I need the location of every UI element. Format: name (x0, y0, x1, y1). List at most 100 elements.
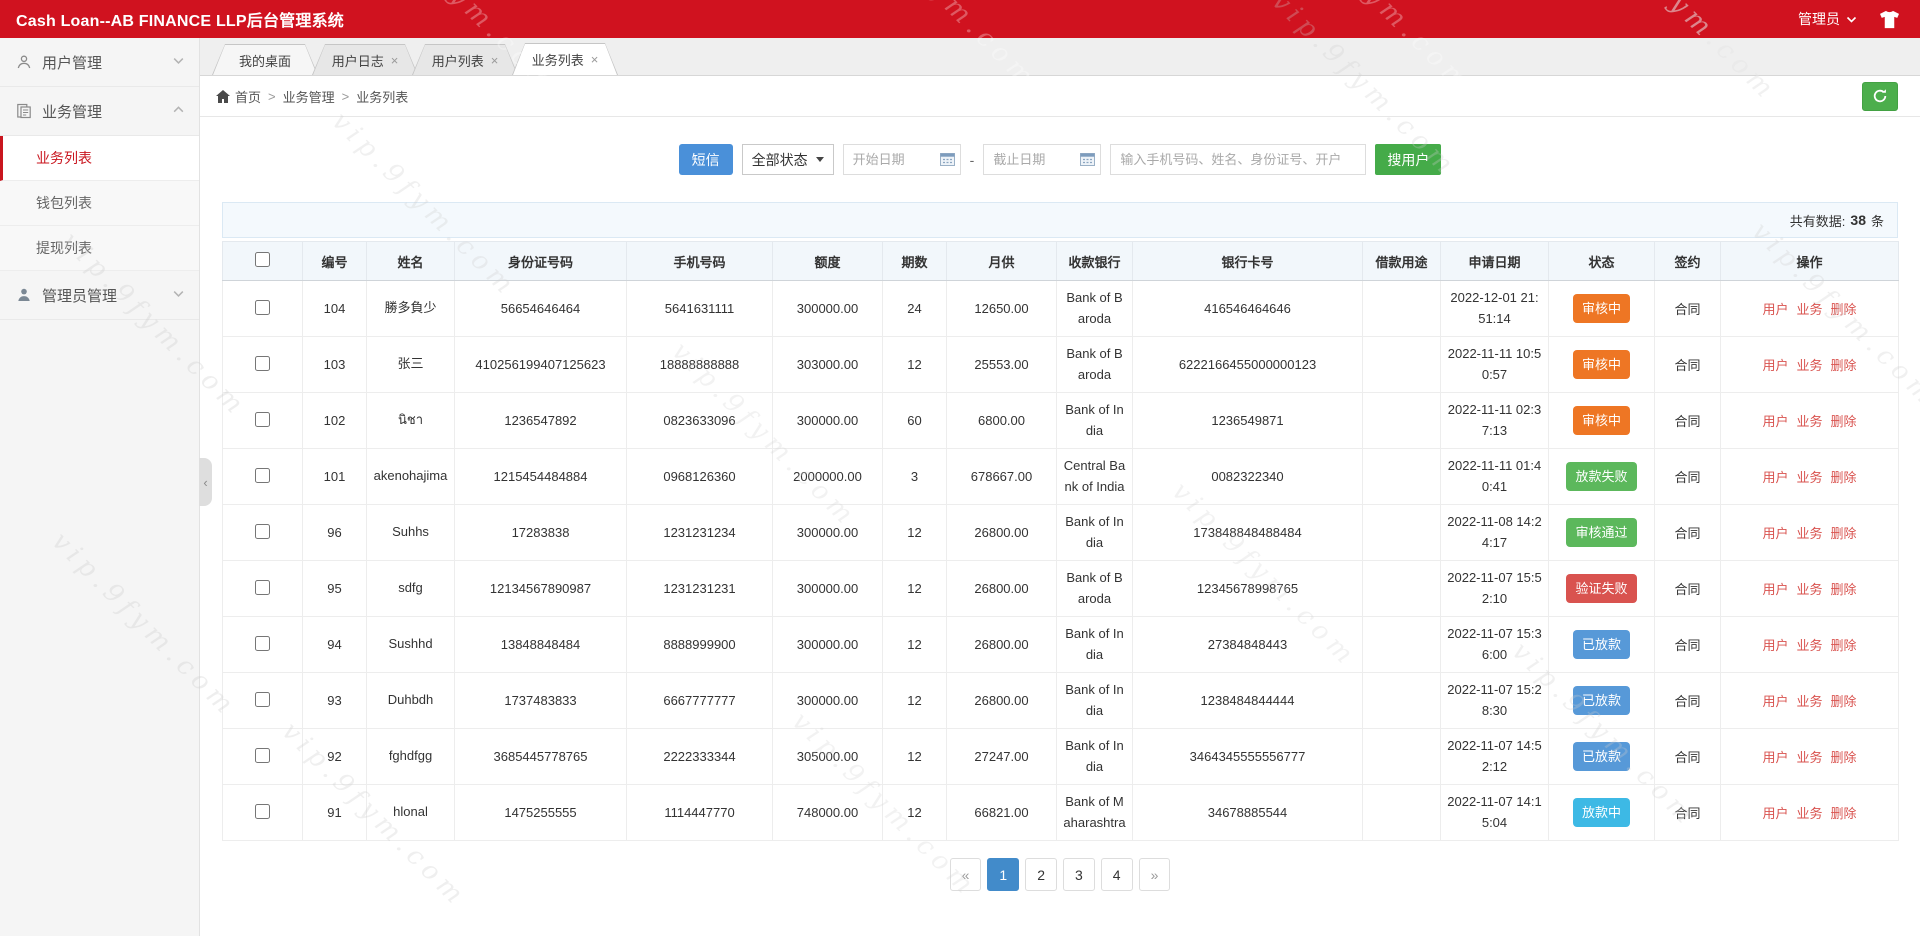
action-user-link[interactable]: 用户 (1762, 358, 1788, 373)
page-button-2[interactable]: 2 (1025, 858, 1057, 891)
action-business-link[interactable]: 业务 (1796, 806, 1822, 821)
action-delete-link[interactable]: 删除 (1831, 414, 1857, 429)
page-button-3[interactable]: 3 (1063, 858, 1095, 891)
cell-phone: 5641631111 (627, 281, 773, 337)
sidebar-collapse-handle[interactable]: ‹ (199, 458, 212, 506)
status-badge[interactable]: 已放款 (1573, 742, 1630, 771)
tab-user-log[interactable]: 用户日志× (312, 44, 418, 75)
page-next-button[interactable]: » (1139, 858, 1171, 891)
contract-link[interactable]: 合同 (1674, 694, 1700, 709)
calendar-icon[interactable] (1080, 152, 1095, 166)
action-business-link[interactable]: 业务 (1796, 638, 1822, 653)
sms-button[interactable]: 短信 (679, 144, 733, 175)
contract-link[interactable]: 合同 (1674, 806, 1700, 821)
user-menu[interactable]: 管理员 (1798, 9, 1857, 29)
contract-link[interactable]: 合同 (1674, 358, 1700, 373)
status-badge[interactable]: 审核中 (1573, 294, 1630, 323)
refresh-button[interactable] (1862, 82, 1898, 111)
user-menu-label: 管理员 (1798, 9, 1840, 29)
tab-user-list[interactable]: 用户列表× (412, 44, 518, 75)
contract-link[interactable]: 合同 (1674, 750, 1700, 765)
tab-my-desktop[interactable]: 我的桌面 (212, 44, 318, 75)
action-user-link[interactable]: 用户 (1762, 582, 1788, 597)
contract-link[interactable]: 合同 (1674, 414, 1700, 429)
action-delete-link[interactable]: 删除 (1831, 526, 1857, 541)
contract-link[interactable]: 合同 (1674, 582, 1700, 597)
tab-business-list[interactable]: 业务列表× (512, 43, 618, 75)
action-user-link[interactable]: 用户 (1762, 694, 1788, 709)
breadcrumb-item[interactable]: 业务管理 (283, 87, 335, 106)
contract-link[interactable]: 合同 (1674, 470, 1700, 485)
action-delete-link[interactable]: 删除 (1831, 638, 1857, 653)
theme-tshirt-icon[interactable] (1879, 10, 1900, 29)
cell-id: 103 (303, 337, 367, 393)
action-user-link[interactable]: 用户 (1762, 526, 1788, 541)
calendar-icon[interactable] (940, 152, 955, 166)
row-checkbox[interactable] (255, 524, 270, 539)
action-user-link[interactable]: 用户 (1762, 806, 1788, 821)
select-all-checkbox[interactable] (255, 252, 270, 267)
page-prev-button[interactable]: « (950, 858, 982, 891)
page-button-1[interactable]: 1 (987, 858, 1019, 891)
close-icon[interactable]: × (391, 54, 399, 67)
row-checkbox[interactable] (255, 804, 270, 819)
status-badge[interactable]: 审核中 (1573, 350, 1630, 379)
sidebar: 用户管理 业务管理 业务列表 钱包列表 提现列表 管理员管理 ‹ (0, 38, 200, 936)
row-checkbox[interactable] (255, 636, 270, 651)
action-business-link[interactable]: 业务 (1796, 582, 1822, 597)
action-delete-link[interactable]: 删除 (1831, 358, 1857, 373)
sidebar-item-user-management[interactable]: 用户管理 (0, 38, 199, 87)
action-user-link[interactable]: 用户 (1762, 414, 1788, 429)
status-badge[interactable]: 已放款 (1573, 686, 1630, 715)
breadcrumb-item[interactable]: 业务列表 (356, 87, 408, 106)
status-badge[interactable]: 已放款 (1573, 630, 1630, 659)
action-user-link[interactable]: 用户 (1762, 638, 1788, 653)
row-checkbox[interactable] (255, 356, 270, 371)
sidebar-item-admin-management[interactable]: 管理员管理 (0, 271, 199, 320)
close-icon[interactable]: × (591, 53, 599, 66)
status-badge[interactable]: 审核中 (1573, 406, 1630, 435)
breadcrumb-home[interactable]: 首页 (216, 87, 261, 106)
row-checkbox[interactable] (255, 468, 270, 483)
search-input[interactable] (1110, 144, 1366, 175)
sidebar-item-wallet-list[interactable]: 钱包列表 (0, 181, 199, 226)
table-row: 95sdfg121345678909871231231231300000.001… (223, 561, 1899, 617)
action-delete-link[interactable]: 删除 (1831, 806, 1857, 821)
action-business-link[interactable]: 业务 (1796, 358, 1822, 373)
row-checkbox[interactable] (255, 412, 270, 427)
contract-link[interactable]: 合同 (1674, 302, 1700, 317)
action-delete-link[interactable]: 删除 (1831, 302, 1857, 317)
action-business-link[interactable]: 业务 (1796, 526, 1822, 541)
action-business-link[interactable]: 业务 (1796, 694, 1822, 709)
action-business-link[interactable]: 业务 (1796, 750, 1822, 765)
action-user-link[interactable]: 用户 (1762, 470, 1788, 485)
row-checkbox[interactable] (255, 748, 270, 763)
row-checkbox[interactable] (255, 580, 270, 595)
action-user-link[interactable]: 用户 (1762, 750, 1788, 765)
cell-amount: 300000.00 (773, 505, 883, 561)
sidebar-item-withdraw-list[interactable]: 提现列表 (0, 226, 199, 271)
close-icon[interactable]: × (491, 54, 499, 67)
sidebar-item-business-management[interactable]: 业务管理 (0, 87, 199, 136)
status-badge[interactable]: 验证失败 (1566, 574, 1636, 603)
cell-name: Sushhd (367, 617, 455, 673)
contract-link[interactable]: 合同 (1674, 638, 1700, 653)
row-checkbox[interactable] (255, 692, 270, 707)
action-user-link[interactable]: 用户 (1762, 302, 1788, 317)
action-business-link[interactable]: 业务 (1796, 302, 1822, 317)
row-checkbox[interactable] (255, 300, 270, 315)
page-button-4[interactable]: 4 (1101, 858, 1133, 891)
action-business-link[interactable]: 业务 (1796, 470, 1822, 485)
status-select[interactable]: 全部状态 (742, 144, 834, 175)
action-business-link[interactable]: 业务 (1796, 414, 1822, 429)
status-badge[interactable]: 放款中 (1573, 798, 1630, 827)
status-badge[interactable]: 审核通过 (1566, 518, 1636, 547)
action-delete-link[interactable]: 删除 (1831, 470, 1857, 485)
action-delete-link[interactable]: 删除 (1831, 750, 1857, 765)
action-delete-link[interactable]: 删除 (1831, 694, 1857, 709)
contract-link[interactable]: 合同 (1674, 526, 1700, 541)
search-user-button[interactable]: 搜用户 (1375, 144, 1441, 175)
status-badge[interactable]: 放款失败 (1566, 462, 1636, 491)
action-delete-link[interactable]: 删除 (1831, 582, 1857, 597)
sidebar-item-business-list[interactable]: 业务列表 (0, 136, 199, 181)
